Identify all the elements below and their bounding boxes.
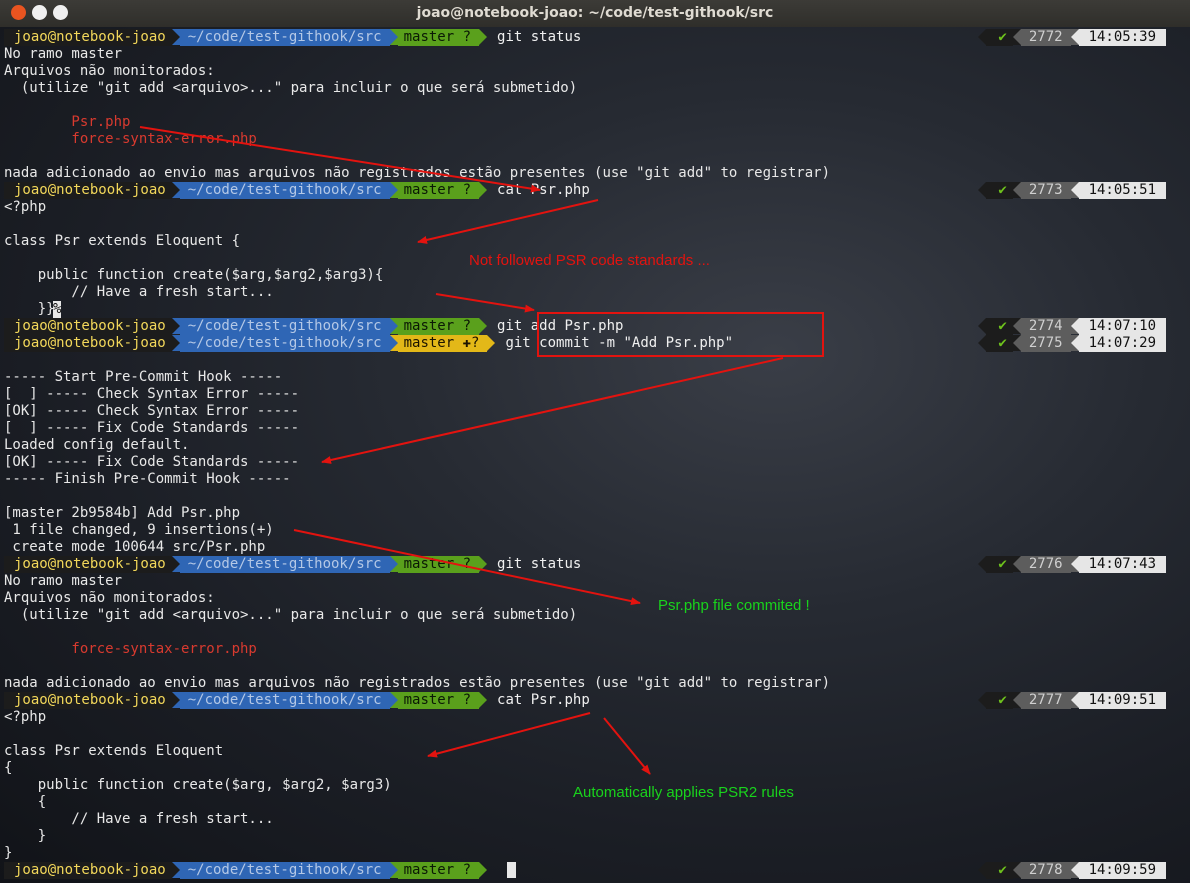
annotation-auto-applies: Automatically applies PSR2 rules <box>573 784 794 801</box>
annotation-committed: Psr.php file commited ! <box>658 597 810 614</box>
terminal-window: joao@notebook-joao: ~/code/test-githook/… <box>0 0 1190 883</box>
annotation-arrow <box>293 529 641 606</box>
commit-highlight-box <box>537 312 824 357</box>
annotation-layer <box>139 126 824 775</box>
annotation-arrow <box>435 293 535 313</box>
annotation-arrow <box>139 126 541 193</box>
annotation-not-followed: Not followed PSR code standards ... <box>469 252 710 269</box>
annotation-arrow <box>417 199 599 244</box>
annotation-arrow <box>603 717 651 775</box>
annotation-arrow <box>427 712 591 758</box>
annotation-arrow <box>321 357 784 464</box>
